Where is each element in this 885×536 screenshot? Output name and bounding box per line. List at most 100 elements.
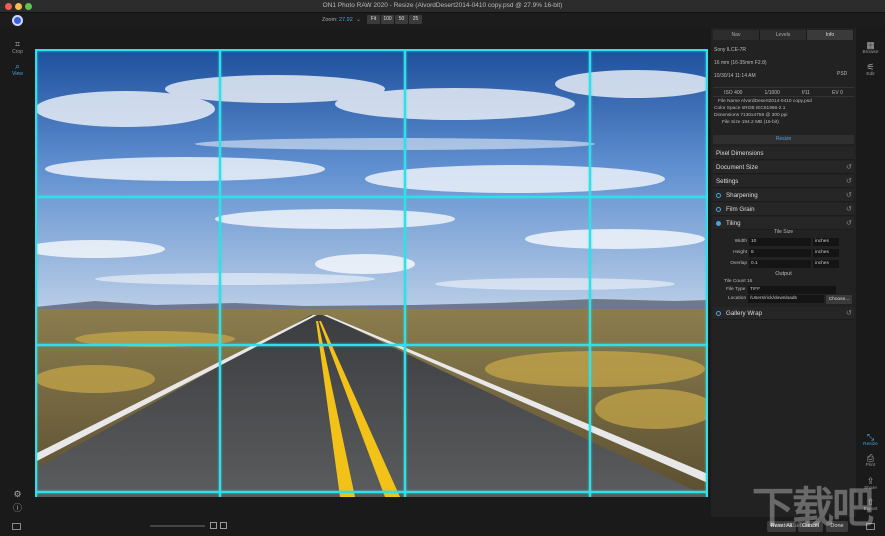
toggle-circle-icon[interactable] (716, 221, 721, 226)
settings-tool[interactable]: ⚙ (2, 489, 33, 499)
settings-gear-icon: ⚙ (13, 489, 22, 499)
toggle-circle-icon[interactable] (716, 193, 721, 198)
capture-date: 10/30/14 11:14 AM (714, 73, 756, 79)
reset-icon[interactable]: ↺ (846, 163, 852, 171)
zoom-100-button[interactable]: 100 (381, 15, 394, 24)
tile-grid-vertical-line (589, 49, 591, 497)
chevron-down-icon[interactable]: ⌄ (356, 16, 361, 23)
output-title: Output (775, 271, 792, 277)
dimensions: Dimensions 7130x4759 @ 300 ppi (714, 113, 788, 118)
tile-grid-vertical-line (706, 49, 708, 497)
tile-height-unit-select[interactable]: inches (813, 249, 839, 257)
tile-grid-horizontal-line (35, 49, 708, 51)
tab-levels[interactable]: Levels (760, 30, 807, 40)
help-tool[interactable]: ⓘ (2, 503, 33, 513)
zoom-50-button[interactable]: 50 (395, 15, 408, 24)
sharpening-section[interactable]: Sharpening ↺ (713, 189, 854, 202)
file-size: File Size 194.2 MB (16-bit) (722, 120, 779, 125)
tab-nav[interactable]: Nav (713, 30, 760, 40)
view-tool-label: View (12, 71, 23, 77)
resize-icon: ⤡ (866, 432, 875, 442)
compare-view-icon[interactable] (220, 522, 227, 529)
choose-location-button[interactable]: Choose... (826, 295, 852, 304)
tile-grid-vertical-line (35, 49, 37, 497)
reset-icon[interactable]: ↺ (846, 177, 852, 185)
location-label: Location (728, 296, 747, 301)
tile-overlap-label: Overlap (730, 261, 747, 266)
section-label: Settings (716, 178, 739, 185)
tile-size-title: Tile Size (774, 229, 793, 235)
image-canvas[interactable] (35, 49, 708, 497)
section-label: Film Grain (726, 206, 755, 213)
shutter-value: 1/1000 (764, 90, 780, 96)
crop-tool-label: Crop (12, 49, 23, 55)
reset-icon[interactable]: ↺ (846, 309, 852, 317)
panel-tabs: Nav Levels Info (713, 30, 854, 40)
camera-model: Sony ILCE-7R (714, 47, 746, 53)
exif-row: ISO 400 1/1000 f/11 EV 0 (713, 87, 854, 97)
toggle-circle-icon[interactable] (716, 207, 721, 212)
settings-section[interactable]: Settings ↺ (713, 175, 854, 188)
section-label: Tiling (726, 220, 741, 227)
print-module-button[interactable]: ⎙ Print (856, 453, 885, 468)
module-toolbar: ▦ Browse ⚟ Edit ⤡ Resize ⎙ Print ⇪ Share… (856, 27, 885, 517)
thumbnail-zoom-slider[interactable] (150, 525, 205, 527)
tile-count: Tile Count 16 (724, 279, 753, 284)
file-type-select[interactable]: TIFF (748, 286, 836, 294)
document-size-section[interactable]: Document Size ↺ (713, 161, 854, 174)
help-icon: ⓘ (12, 503, 22, 513)
zoom-bar: Zoom: 27.92 ⌄ Fit 100 50 25 (0, 13, 885, 27)
tile-overlap-input[interactable]: 0.1 (749, 260, 811, 268)
tile-height-label: Height (733, 250, 747, 255)
browse-label: Browse (862, 50, 879, 55)
tile-grid-horizontal-line (35, 196, 708, 198)
single-view-icon[interactable] (210, 522, 217, 529)
browse-icon: ▦ (866, 40, 875, 50)
zoom-preset-group: Fit 100 50 25 (367, 15, 422, 24)
lens-info: 16 mm (16-35mm F2.8) (714, 60, 767, 66)
reset-icon[interactable]: ↺ (846, 219, 852, 227)
print-icon: ⎙ (866, 453, 875, 463)
edit-label: Edit (866, 72, 875, 77)
crop-tool[interactable]: ⌗ Crop (2, 39, 33, 55)
resize-label: Resize (863, 442, 878, 447)
iso-value: ISO 400 (724, 90, 743, 96)
view-tool[interactable]: ⌕ View (2, 61, 33, 77)
app-logo-icon (12, 15, 23, 26)
resize-panel: Nav Levels Info Sony ILCE-7R 16 mm (16-3… (711, 28, 856, 517)
section-label: Document Size (716, 164, 758, 171)
reset-icon[interactable]: ↺ (846, 205, 852, 213)
tile-grid-vertical-line (219, 49, 221, 497)
tile-overlap-unit-select[interactable]: inches (813, 260, 839, 268)
tile-grid-horizontal-line (35, 344, 708, 346)
section-label: Pixel Dimensions (716, 150, 764, 157)
gallery-wrap-section[interactable]: Gallery Wrap ↺ (713, 307, 854, 320)
resize-module-button[interactable]: ⤡ Resize (856, 432, 885, 447)
section-label: Gallery Wrap (726, 310, 762, 317)
film-grain-section[interactable]: Film Grain ↺ (713, 203, 854, 216)
pixel-dimensions-section[interactable]: Pixel Dimensions (713, 147, 854, 160)
tile-grid-horizontal-line (35, 491, 708, 493)
tile-overlap-row: Overlap 0.1 inches (713, 260, 854, 268)
reset-icon[interactable]: ↺ (846, 191, 852, 199)
aperture-value: f/11 (801, 90, 810, 96)
zoom-value[interactable]: 27.92 (339, 17, 353, 23)
zoom-25-button[interactable]: 25 (409, 15, 422, 24)
tile-width-unit-select[interactable]: inches (813, 238, 839, 246)
view-zoom-icon: ⌕ (14, 61, 21, 71)
tile-width-row: Width 10 inches (713, 238, 854, 246)
location-field[interactable]: /Users/rick/downloads (748, 295, 824, 303)
browse-module-button[interactable]: ▦ Browse (856, 40, 885, 55)
color-space: Color Space sRGB IEC61966-2.1 (714, 106, 786, 111)
title-bar: ON1 Photo RAW 2020 - Resize (AlvordDeser… (0, 0, 885, 13)
tab-info[interactable]: Info (807, 30, 854, 40)
section-label: Sharpening (726, 192, 758, 199)
zoom-fit-button[interactable]: Fit (367, 15, 380, 24)
toggle-circle-icon[interactable] (716, 311, 721, 316)
edit-module-button[interactable]: ⚟ Edit (856, 62, 885, 77)
file-format: PSD (837, 71, 848, 77)
left-panel-toggle-icon[interactable] (12, 523, 21, 530)
tile-height-input[interactable]: 8 (749, 249, 811, 257)
tile-width-label: Width (734, 239, 747, 244)
tile-width-input[interactable]: 10 (749, 238, 811, 246)
